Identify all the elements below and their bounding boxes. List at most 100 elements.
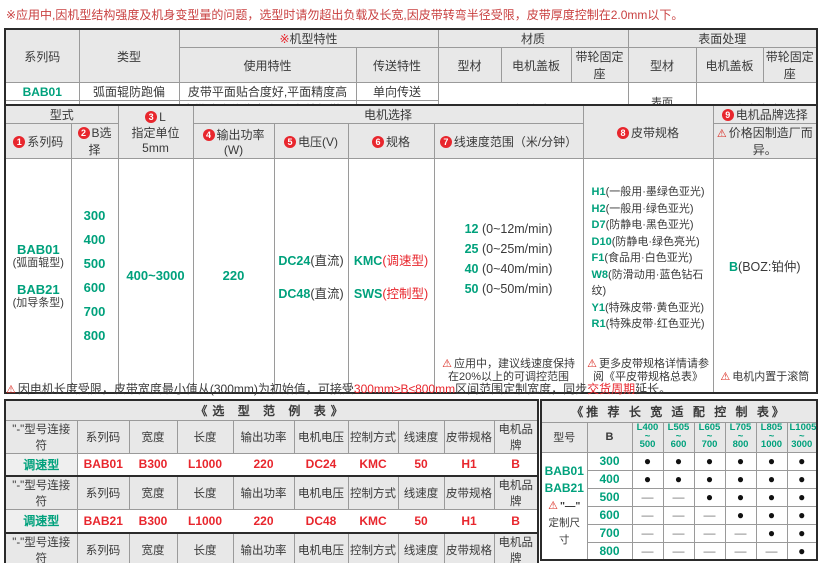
example-header: 宽度	[129, 476, 177, 510]
compat-cell: ●	[632, 452, 663, 470]
example-header: 电机电压	[294, 420, 348, 453]
compat-row: BAB01 BAB21 ⚠"—" 定制尺寸 300 ● ● ● ● ● ●	[541, 452, 817, 470]
compat-b-value: 600	[587, 506, 632, 524]
compat-cell: —	[663, 524, 694, 542]
example-value: 50	[398, 453, 444, 476]
compat-cell: —	[694, 506, 725, 524]
example-header: 长度	[177, 476, 233, 510]
header-voltage: 5电压(V)	[274, 124, 348, 159]
example-row-label: 调速型	[5, 453, 77, 476]
series-type: 弧面辊防跑偏	[79, 83, 179, 101]
col-header-material: 材质	[438, 29, 628, 48]
header-b-select: 2B选择	[71, 124, 118, 159]
example-table: 《选 型 范 例 表》 "-"型号连接符 系列码 宽度 长度 输出功率 电机电压…	[4, 399, 539, 563]
example-header: 电机电压	[294, 533, 348, 563]
header-b-label: B选择	[89, 126, 112, 157]
compat-cell: —	[632, 488, 663, 506]
example-header: "-"型号连接符	[5, 533, 77, 563]
warning-icon: ⚠	[720, 371, 730, 383]
belt-option: W8	[592, 269, 609, 281]
power-value: 220	[223, 268, 245, 283]
belt-option-desc: (特殊皮带·红色亚光)	[606, 318, 705, 330]
compat-b-value: 800	[587, 542, 632, 560]
example-value: BAB21	[77, 510, 129, 533]
example-header: 线速度	[398, 533, 444, 563]
belt-option: R1	[592, 318, 606, 330]
spec-option: SWS	[354, 287, 382, 301]
series-option-desc: (加导条型)	[13, 297, 64, 310]
b-option: 300	[84, 204, 106, 228]
header-power: 4输出功率(W)	[193, 124, 274, 159]
compat-cell: ●	[725, 506, 756, 524]
example-header: 系列码	[77, 420, 129, 453]
speed-option-desc: (0~40m/min)	[482, 262, 553, 276]
col-header-profile2: 型材	[628, 48, 696, 83]
example-value: KMC	[348, 453, 398, 476]
cell-motor-brand: B(BOZ:铂仲) ⚠电机内置于滚筒	[713, 159, 817, 394]
series-option-desc: (弧面辊型)	[13, 257, 64, 270]
series-transfer: 单向传送	[356, 83, 438, 101]
spec-row-bab01: BAB01 弧面辊防跑偏 皮带平面贴合度好,平面精度高 单向传送 铝合金 表面 …	[5, 83, 817, 101]
header-brand-note: ⚠价格因制造厂而异。	[713, 124, 817, 159]
example-row-speed-adjust-2: 调速型 BAB21 B300 L1000 220 DC48 KMC 50 H1 …	[5, 510, 538, 533]
spec-option-desc: (调速型)	[382, 254, 428, 268]
col-header-surface: 表面处理	[628, 29, 817, 48]
compat-header-l1: L400~500	[632, 422, 663, 452]
compat-cell: ●	[725, 452, 756, 470]
compat-cell: —	[756, 542, 787, 560]
cell-voltage: DC24(直流) DC48(直流)	[274, 159, 348, 394]
header-motor-brand: 9电机品牌选择	[713, 105, 817, 124]
speed-option-desc: (0~25m/min)	[482, 242, 553, 256]
feature-text: 机型特性	[290, 32, 338, 46]
b-option: 800	[84, 324, 106, 348]
limit-note-part3: 区间范围定制宽度，同步	[455, 382, 587, 396]
header-belt-label: 皮带规格	[631, 126, 679, 140]
belt-option-desc: (特殊皮带·黄色亚光)	[605, 302, 704, 314]
belt-option-desc: (防静电·黑色亚光)	[606, 219, 694, 231]
compat-cell: ●	[725, 470, 756, 488]
example-value: L1000	[177, 510, 233, 533]
compat-header-model: 型号	[541, 422, 587, 452]
speed-note-line1: 应用中，建议线速度保持	[454, 358, 575, 370]
example-header: 电机品牌	[494, 420, 538, 453]
cell-l-range: 400~3000	[118, 159, 193, 394]
belt-width-limit-note: ⚠因电机长度受限，皮带宽度最小值从(300mm)为初始值，可接受300mm≥B≤…	[6, 380, 671, 397]
l-range-bottom: 800	[728, 441, 754, 450]
compat-header-l3: L605~700	[694, 422, 725, 452]
compat-cell: —	[725, 524, 756, 542]
number-badge-7: 7	[440, 136, 452, 148]
model-selection-table: 型式 3L 指定单位5mm 电机选择 8皮带规格 9电机品牌选择 1系列码 2B…	[4, 104, 818, 394]
spec-option: KMC	[354, 254, 382, 268]
cell-spec: KMC(调速型) SWS(控制型)	[348, 159, 434, 394]
brand-option-desc: (BOZ:铂仲)	[738, 260, 801, 274]
example-header: 长度	[177, 533, 233, 563]
example-header: 系列码	[77, 476, 129, 510]
l-range-bottom: 1000	[759, 441, 785, 450]
series-option: BAB21	[17, 282, 60, 297]
example-header: 输出功率	[233, 420, 294, 453]
compat-cell: ●	[756, 506, 787, 524]
limit-note-delivery: 交货周期	[587, 382, 635, 396]
compat-cell: —	[632, 542, 663, 560]
spec-option-desc: (控制型)	[382, 287, 428, 301]
example-header: "-"型号连接符	[5, 420, 77, 453]
cell-power: 220	[193, 159, 274, 394]
example-header: 系列码	[77, 533, 129, 563]
warning-icon: ⚠	[587, 358, 597, 370]
warning-icon: ⚠	[548, 500, 558, 512]
compat-cell: ●	[632, 470, 663, 488]
example-header-row: "-"型号连接符 系列码 宽度 长度 输出功率 电机电压 控制方式 线速度 皮带…	[5, 476, 538, 510]
compat-cell: ●	[663, 470, 694, 488]
compat-model: BAB01	[545, 464, 584, 478]
header-spec: 6规格	[348, 124, 434, 159]
speed-option: 50	[465, 282, 479, 296]
header-length: 3L 指定单位5mm	[118, 105, 193, 159]
compat-cell: ●	[756, 452, 787, 470]
example-table-title: 《选 型 范 例 表》	[5, 400, 538, 420]
number-badge-5: 5	[284, 136, 296, 148]
belt-option-desc: (防滑动用·蓝色钻石纹)	[592, 269, 704, 298]
l-range-value: 400~3000	[126, 268, 184, 283]
compat-cell: ●	[663, 452, 694, 470]
header-power-label: 输出功率(W)	[217, 128, 265, 157]
compat-cell: ●	[787, 542, 817, 560]
